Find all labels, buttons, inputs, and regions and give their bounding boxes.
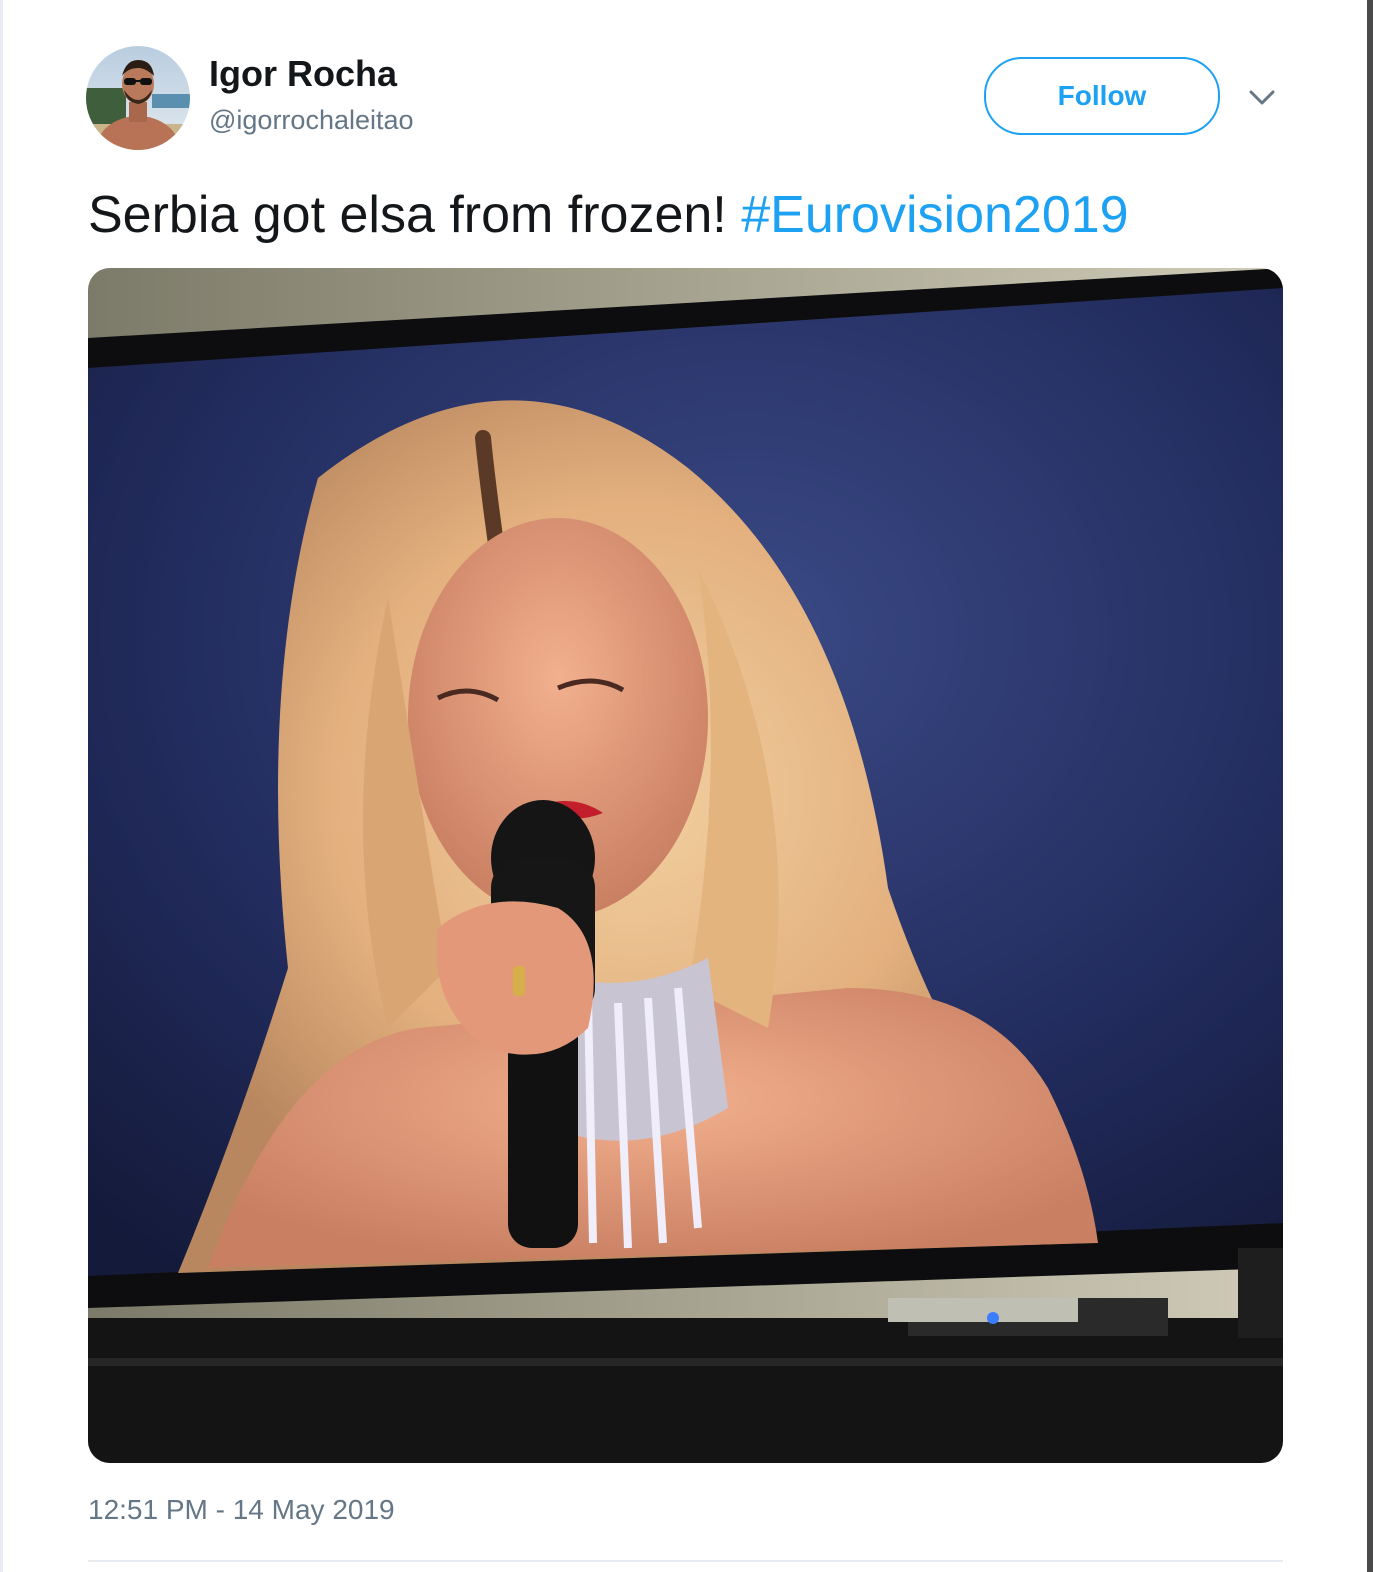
divider	[88, 1560, 1283, 1562]
author-handle[interactable]: @igorrochaleitao	[209, 103, 414, 137]
tweet-text: Serbia got elsa from frozen! #Eurovision…	[88, 180, 1129, 250]
avatar-image	[86, 46, 190, 150]
hashtag-link[interactable]: #Eurovision2019	[741, 186, 1128, 244]
photo-tv-screen	[88, 268, 1283, 1463]
follow-button[interactable]: Follow	[984, 57, 1220, 135]
tweet-photo[interactable]	[88, 268, 1283, 1463]
tweet-card: Igor Rocha @igorrochaleitao Follow Serbi…	[0, 0, 1373, 1572]
card-border-left	[0, 0, 3, 1572]
chevron-down-icon[interactable]	[1244, 80, 1280, 116]
avatar[interactable]	[86, 46, 190, 150]
tweet-timestamp[interactable]: 12:51 PM - 14 May 2019	[88, 1492, 395, 1528]
tweet-body: Serbia got elsa from frozen!	[88, 186, 727, 244]
author-display-name[interactable]: Igor Rocha	[209, 52, 397, 96]
card-border-right	[1367, 0, 1373, 1572]
